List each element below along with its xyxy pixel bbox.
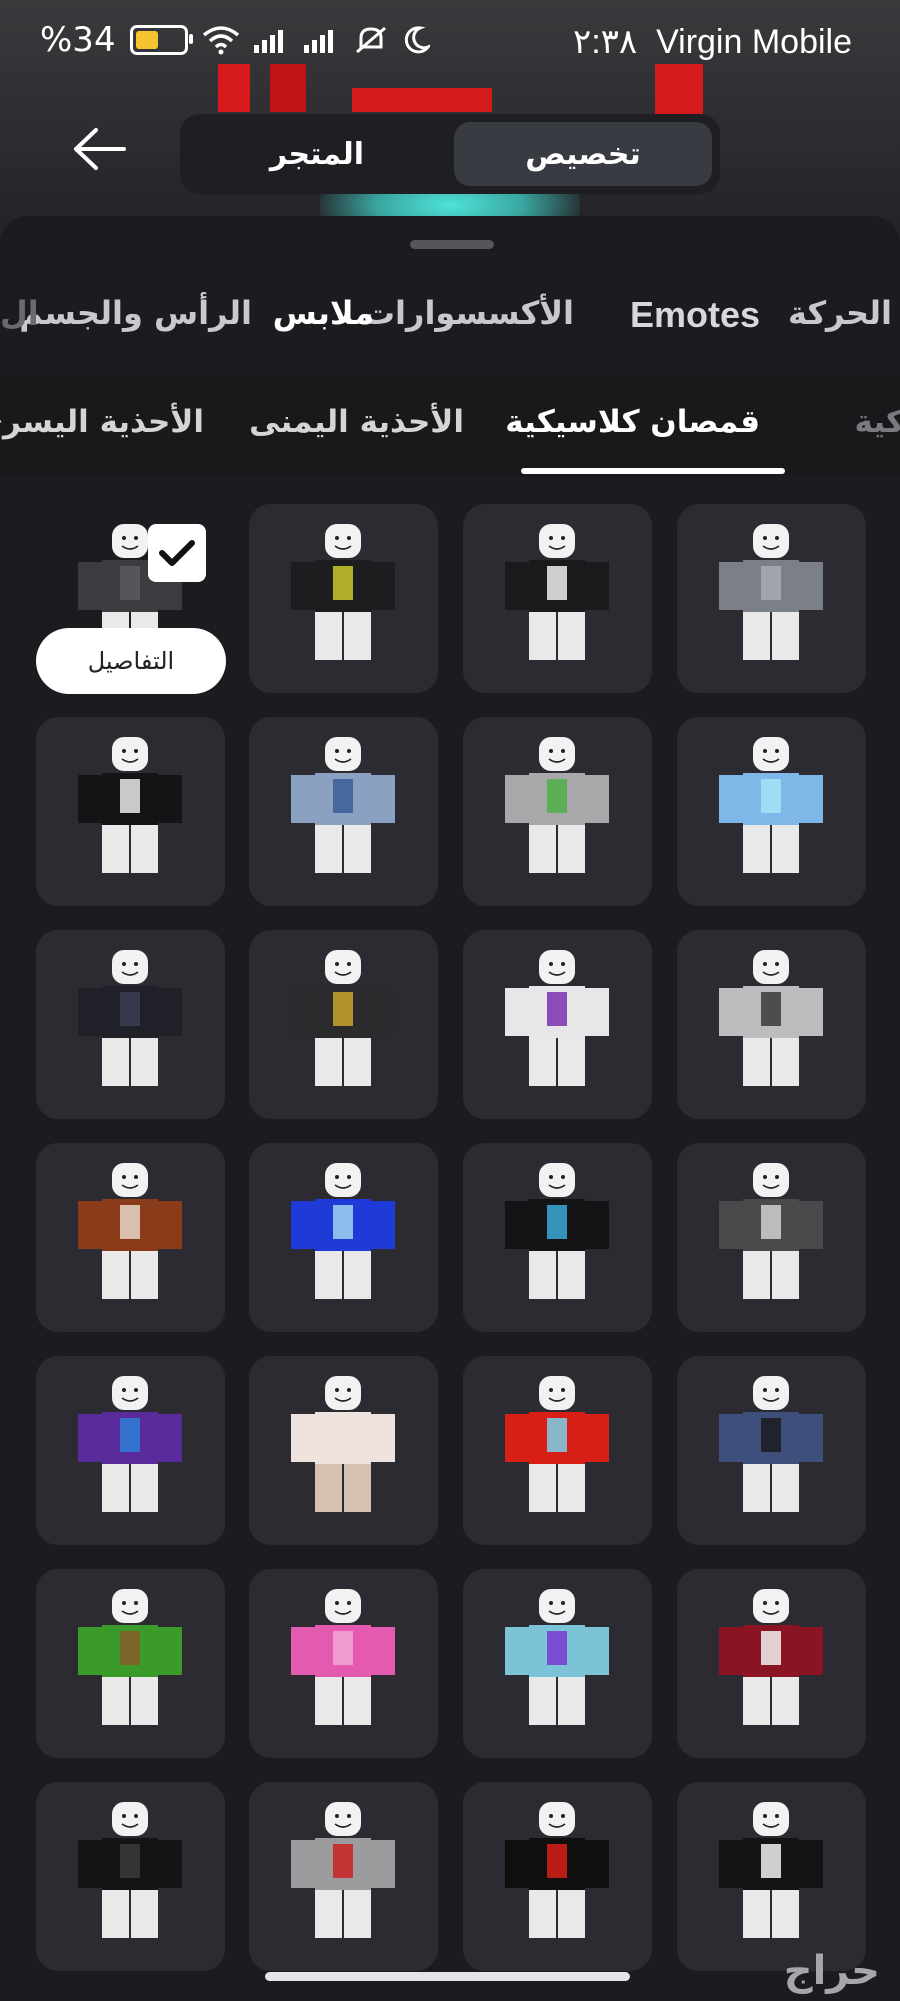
avatar-item-tile[interactable] [36,1143,225,1332]
avatar-thumbnail [78,1163,182,1299]
tab-head-body[interactable]: الرأس والجسم [19,294,252,332]
avatar-thumbnail [505,1589,609,1725]
avatar-thumbnail [505,1163,609,1299]
avatar-item-tile[interactable] [677,1569,866,1758]
avatar-item-tile[interactable] [249,1782,438,1971]
active-subtab-indicator [521,468,785,474]
avatar-thumbnail [78,1589,182,1725]
sheet-drag-handle[interactable] [410,240,494,249]
avatar-item-tile[interactable] [249,1569,438,1758]
avatar-thumbnail [505,950,609,1086]
avatar-thumbnail [719,737,823,873]
category-tabs: الحركة Emotes الأكسسوارات ملابس الرأس وا… [0,286,900,356]
avatar-item-tile[interactable] [677,504,866,693]
subcategory-tabs: كية قمصان كلاسيكية الأحذية اليمنى الأحذي… [0,376,900,476]
status-icons: %34 [40,20,430,60]
avatar-item-tile[interactable] [463,930,652,1119]
avatar-thumbnail [719,524,823,660]
subtab-classic-shirts[interactable]: قمصان كلاسيكية [505,404,760,440]
avatar-thumbnail [78,737,182,873]
battery-icon [129,25,193,55]
avatar-item-tile[interactable] [463,504,652,693]
mute-icon [355,26,386,54]
avatar-item-tile[interactable] [249,504,438,693]
avatar-thumbnail [505,737,609,873]
avatar-item-tile[interactable] [36,1782,225,1971]
tab-accessories[interactable]: الأكسسوارات [363,294,574,332]
wifi-icon [202,26,239,55]
customize-shop-switch: تخصيص المتجر [180,114,720,194]
avatar-item-tile[interactable] [463,1143,652,1332]
checkmark-icon [159,540,195,566]
avatar-item-tile[interactable] [677,1143,866,1332]
home-indicator[interactable] [265,1972,630,1981]
avatar-item-tile[interactable] [677,1782,866,1971]
status-bar: %34 ٢:٣٨ Virgin Mobile [0,0,900,90]
avatar-item-tile[interactable] [463,1569,652,1758]
carrier-text: Virgin Mobile [656,23,852,61]
tab-shop[interactable]: المتجر [188,122,446,186]
avatar-item-tile[interactable] [677,717,866,906]
status-carrier-time: ٢:٣٨ Virgin Mobile [573,22,852,62]
watermark-logo: حراج [783,1948,880,1994]
avatar-thumbnail [78,1376,182,1512]
tab-customize[interactable]: تخصيص [454,122,712,186]
details-button[interactable]: التفاصيل [36,628,226,694]
avatar-item-tile[interactable] [249,1356,438,1545]
tab-emotes[interactable]: Emotes [630,294,760,336]
avatar-thumbnail [291,524,395,660]
avatar-thumbnail [291,1376,395,1512]
moon-icon [404,26,430,54]
avatar-item-tile[interactable] [249,717,438,906]
avatar-thumbnail [78,950,182,1086]
avatar-thumbnail [719,1802,823,1938]
avatar-thumbnail [291,1802,395,1938]
avatar-item-tile[interactable] [249,1143,438,1332]
avatar-thumbnail [505,524,609,660]
avatar-item-tile[interactable] [677,930,866,1119]
subtab-right-shoes[interactable]: الأحذية اليمنى [249,404,464,440]
avatar-thumbnail [291,1589,395,1725]
avatar-thumbnail [719,1376,823,1512]
avatar-item-tile[interactable] [36,1569,225,1758]
subtab-partial[interactable]: كية [855,404,900,440]
tab-clothing[interactable]: ملابس [273,294,374,332]
avatar-item-tile[interactable] [463,717,652,906]
avatar-item-tile[interactable] [36,930,225,1119]
avatar-item-tile[interactable] [36,717,225,906]
avatar-item-tile[interactable] [463,1356,652,1545]
signal-icon [303,30,333,53]
avatar-thumbnail [505,1376,609,1512]
battery-percent: %34 [40,20,116,60]
avatar-thumbnail [291,950,395,1086]
arrow-left-icon [74,128,126,170]
avatar-thumbnail [719,1163,823,1299]
tab-partial[interactable]: ال [0,294,39,332]
top-navigation: تخصيص المتجر [0,100,900,200]
back-button[interactable] [70,124,130,174]
selected-check[interactable] [148,524,206,582]
signal-icon [253,30,283,53]
avatar-thumbnail [291,1163,395,1299]
avatar-thumbnail [719,950,823,1086]
avatar-thumbnail [291,737,395,873]
avatar-item-tile[interactable] [463,1782,652,1971]
time-text: ٢:٣٨ [572,23,638,61]
avatar-item-tile[interactable] [677,1356,866,1545]
avatar-item-tile[interactable] [36,1356,225,1545]
avatar-thumbnail [719,1589,823,1725]
avatar-thumbnail [505,1802,609,1938]
avatar-thumbnail [78,1802,182,1938]
avatar-item-tile[interactable] [249,930,438,1119]
tab-animation[interactable]: الحركة [788,294,892,332]
subtab-left-shoes[interactable]: الأحذية اليسرى [0,404,204,440]
